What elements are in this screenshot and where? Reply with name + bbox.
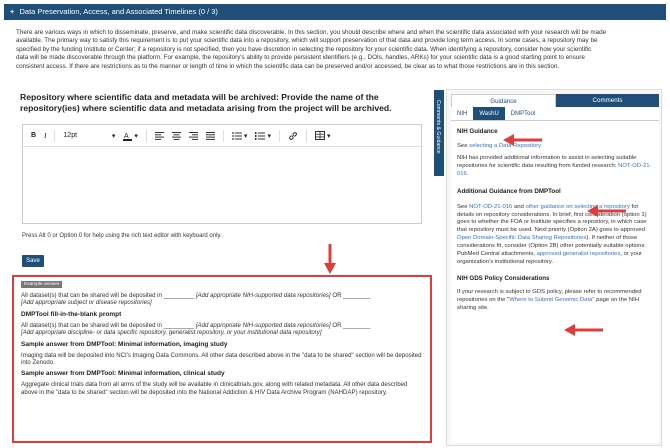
intro-line: data will be made discoverable through t… — [16, 54, 585, 62]
guidance-heading: Additional Guidance from DMPTool — [457, 187, 561, 195]
guidance-text-span: and — [512, 203, 526, 210]
example-placeholder: [Add appropriate NIH-supported data repo… — [195, 321, 331, 329]
guidance-text: See selecting a Data Repository — [457, 143, 653, 151]
guidance-text-span: . — [466, 170, 469, 177]
example-heading: Sample answer from DMPTool: Minimal info… — [21, 340, 228, 348]
example-placeholder: [Add appropriate discipline- or data spe… — [21, 329, 322, 337]
guidance-content: NIH Guidance See selecting a Data Reposi… — [451, 121, 659, 443]
example-paragraph: Imaging data will be deposited into NCI'… — [21, 351, 422, 367]
example-placeholder: [Add appropriate NIH-supported data repo… — [195, 292, 331, 299]
italic-button[interactable]: I — [44, 129, 46, 143]
text-color-icon: A — [123, 133, 133, 141]
align-justify-button[interactable] — [205, 129, 215, 143]
example-placeholder: [Add appropriate subject or disease repo… — [21, 299, 152, 307]
intro-line: available. The primary way to satisfy th… — [16, 37, 598, 45]
toolbar-divider — [145, 129, 147, 142]
toolbar-divider — [278, 129, 280, 142]
expand-icon[interactable]: + — [10, 7, 14, 16]
font-size-select[interactable]: 12pt ▾ — [63, 129, 115, 143]
bullet-list-icon — [232, 131, 242, 140]
table-button[interactable]: ▾ — [314, 129, 331, 143]
link-button[interactable] — [288, 129, 298, 143]
link-icon — [289, 131, 297, 140]
section-intro: There are various ways in which to disse… — [16, 29, 664, 71]
question-bold: Repository where scientific data and met… — [20, 92, 279, 102]
section-title: Data Preservation, Access, and Associate… — [19, 7, 218, 16]
save-button[interactable]: Save — [22, 255, 44, 267]
intro-line: specified by the funding Institute or Ce… — [16, 45, 592, 53]
example-text: All dataset(s) that can be shared will b… — [21, 321, 196, 329]
chevron-down-icon: ▾ — [134, 132, 138, 140]
tab-comments[interactable]: Comments — [556, 94, 659, 107]
guidance-text: If your research is subject to GDS polic… — [457, 289, 653, 313]
bullet-list-button[interactable]: ▾ — [232, 129, 248, 143]
guidance-panel: Guidance Comments NIH WashU DMPTool NIH … — [446, 89, 662, 446]
chevron-down-icon: ▾ — [267, 132, 271, 140]
align-center-button[interactable] — [171, 129, 181, 143]
editor-help-text: Press Alt 0 or Option 0 for help using t… — [22, 233, 222, 239]
intro-line: consistent access. If there are restrict… — [16, 62, 560, 70]
align-left-button[interactable] — [154, 129, 164, 143]
example-heading: DMPTool fill-in-the-blank prompt — [21, 310, 122, 318]
bold-button[interactable]: B — [31, 129, 36, 143]
text-color-button[interactable]: A ▾ — [123, 129, 138, 143]
svg-text:A: A — [124, 133, 129, 140]
guidance-text-span: NIH has provided additional information … — [457, 154, 637, 169]
align-justify-icon — [205, 131, 215, 140]
guidance-subtabs: NIH WashU DMPTool — [451, 107, 659, 121]
chevron-down-icon: ▾ — [243, 132, 248, 140]
generalist-repositories-link[interactable]: approved generalist repositories — [537, 251, 621, 257]
question-title: Repository where scientific data and met… — [20, 92, 420, 114]
section-header[interactable]: + Data Preservation, Access, and Associa… — [4, 4, 666, 20]
annotation-arrow-left-icon — [564, 324, 603, 336]
not-od-21-016-link[interactable]: NOT-OD-21-016 — [469, 204, 512, 210]
annotation-arrow-down-icon — [324, 244, 336, 274]
subtab-dmptool[interactable]: DMPTool — [505, 107, 541, 120]
intro-line: There are various ways in which to disse… — [16, 29, 607, 36]
guidance-heading: NIH GDS Policy Considerations — [457, 274, 550, 282]
example-answer-tag: Example answer — [21, 281, 63, 288]
example-paragraph: All dataset(s) that can be shared will b… — [21, 292, 423, 307]
guidance-text-span: See — [457, 203, 470, 210]
where-to-submit-link[interactable]: Where to Submit Genomic Data — [509, 297, 592, 303]
align-center-icon — [171, 131, 181, 140]
table-icon — [314, 131, 325, 140]
align-right-button[interactable] — [188, 129, 198, 143]
font-size-value: 12pt — [63, 132, 78, 139]
example-text: OR ________ — [330, 292, 371, 299]
chevron-down-icon: ▾ — [326, 132, 331, 140]
example-paragraph: Aggregate clinical trials data from all … — [21, 381, 408, 396]
comments-guidance-toggle[interactable]: Comments & Guidance — [434, 90, 444, 176]
panel-tabs: Guidance Comments — [451, 94, 659, 107]
annotation-arrow-left-icon — [587, 205, 626, 217]
example-text: OR ________ — [330, 321, 371, 329]
toolbar-divider — [305, 129, 307, 142]
example-heading: Sample answer from DMPTool: Minimal info… — [21, 370, 225, 378]
align-right-icon — [188, 131, 198, 140]
editor-toolbar: B I 12pt ▾ A ▾ ▾ ▾ ▾ — [23, 125, 421, 147]
example-paragraph: All dataset(s) that can be shared will b… — [21, 322, 423, 337]
example-answer-box: Example answer All dataset(s) that can b… — [12, 275, 432, 443]
annotation-arrow-left-icon — [503, 134, 542, 146]
subtab-washu[interactable]: WashU — [473, 107, 505, 120]
guidance-text-span: See — [457, 143, 470, 149]
rich-text-editor[interactable]: B I 12pt ▾ A ▾ ▾ ▾ ▾ — [22, 124, 422, 224]
guidance-text: NIH has provided additional information … — [457, 155, 653, 179]
open-domain-repositories-link[interactable]: Open Domain-Specific Data Sharing Reposi… — [457, 235, 586, 241]
align-left-icon — [154, 131, 164, 140]
guidance-heading: NIH Guidance — [457, 128, 498, 135]
chevron-down-icon: ▾ — [111, 132, 116, 140]
subtab-nih[interactable]: NIH — [451, 107, 473, 120]
numbered-list-icon — [255, 131, 266, 140]
toolbar-divider — [54, 129, 56, 142]
numbered-list-button[interactable]: ▾ — [255, 129, 271, 143]
side-tab-label: Comments & Guidance — [435, 100, 441, 154]
toolbar-divider — [222, 129, 224, 142]
example-text: All dataset(s) that can be shared will b… — [21, 292, 196, 299]
tab-guidance[interactable]: Guidance — [451, 94, 556, 107]
